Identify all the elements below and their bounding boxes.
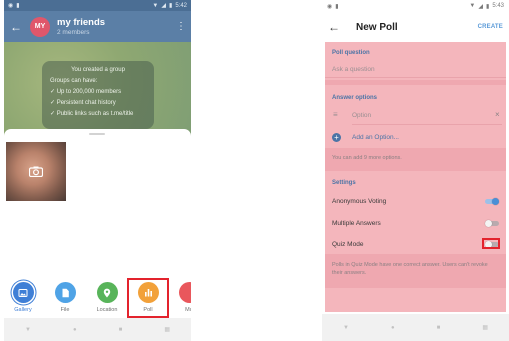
android-nav-bar: ▼ ● ■ ▦ [4,318,191,341]
android-nav-bar: ▼ ● ■ ▦ [322,314,509,341]
avatar[interactable]: MY [30,16,50,37]
file-icon [54,282,76,303]
remove-option-icon[interactable]: × [495,110,500,119]
poll-highlight-box [127,278,169,318]
multiple-answers-toggle[interactable] [485,220,499,227]
anonymous-voting-toggle[interactable] [485,198,499,205]
more-options-icon[interactable]: ⋮ [176,21,186,32]
attach-gallery-button[interactable]: Gallery [6,282,40,318]
music-icon [178,282,191,303]
add-option-icon[interactable]: + [332,133,341,142]
settings-section-title: Settings [332,180,356,186]
attach-label: Location [96,307,118,313]
nav-home-icon[interactable]: ● [391,325,395,331]
nav-back-icon[interactable]: ▼ [25,327,31,333]
attach-label: File [60,307,70,313]
quiz-mode-label: Quiz Mode [332,241,364,248]
service-item: ✓ Up to 200,000 members [50,89,122,95]
attach-file-button[interactable]: File [48,282,82,318]
sd-card-icon: ▮ [16,3,20,9]
section-gap [325,80,506,85]
attach-label: Mu [185,307,191,313]
status-time: 5:42 [175,2,187,9]
chat-title-block[interactable]: my friends 2 members [57,17,105,36]
back-arrow-icon[interactable]: ← [10,20,26,34]
nav-home-icon[interactable]: ● [73,327,77,333]
attach-label: Gallery [14,307,32,313]
battery-icon: ▮ [169,3,173,9]
status-bar: ◉ ▮ ▼ ◢ ▮ 5:43 [322,0,509,12]
add-option-button[interactable]: Add an Option... [352,134,399,141]
drag-handle-icon[interactable]: ≡ [333,110,338,119]
quiz-mode-highlight-box [482,238,500,249]
multiple-answers-label: Multiple Answers [332,220,381,227]
camera-preview-tile[interactable] [6,142,66,201]
divider [352,124,502,125]
location-icon [96,282,118,303]
option-input[interactable]: Option [352,112,371,119]
poll-question-section-title: Poll question [332,50,370,56]
attach-music-button[interactable]: Mu [172,282,191,318]
battery-icon: ▮ [486,3,490,10]
nav-keyboard-icon[interactable]: ▦ [164,326,170,333]
sheet-drag-handle[interactable] [89,133,105,135]
camera-icon [29,166,43,177]
attach-location-button[interactable]: Location [90,282,124,318]
service-item: ✓ Public links such as t.me/title [50,111,134,117]
sd-card-icon: ▮ [335,3,339,10]
status-time: 5:43 [492,3,504,9]
answer-options-section-title: Answer options [332,95,378,101]
left-phone-screen: ◉ ▮ ▼ ◢ ▮ 5:42 ← MY my friends 2 members… [4,0,191,341]
chat-header: ← MY my friends 2 members ⋮ [4,11,191,42]
chat-subtitle: 2 members [57,29,90,36]
gallery-icon [12,282,34,303]
notification-icon: ◉ [327,3,333,10]
service-intro: Groups can have: [50,78,98,84]
wifi-icon: ▼ [152,2,159,9]
create-button[interactable]: CREATE [478,24,503,30]
wifi-icon: ▼ [469,3,476,9]
service-title: You created a group [71,67,125,73]
nav-keyboard-icon[interactable]: ▦ [482,324,488,331]
nav-back-icon[interactable]: ▼ [343,325,349,331]
back-arrow-icon[interactable]: ← [328,20,344,34]
options-hint: You can add 9 more options. [332,155,402,161]
quiz-mode-hint: Polls in Quiz Mode have one correct answ… [332,262,488,276]
notification-icon: ◉ [8,3,14,9]
signal-icon: ◢ [161,3,166,9]
nav-recents-icon[interactable]: ■ [119,327,123,333]
divider [325,77,506,78]
status-bar: ◉ ▮ ▼ ◢ ▮ 5:42 [4,0,191,11]
service-item: ✓ Persistent chat history [50,100,116,106]
page-title: New Poll [356,21,398,33]
poll-question-input[interactable]: Ask a question [332,66,375,73]
signal-icon: ◢ [478,3,483,10]
chat-title: my friends [57,17,106,28]
anonymous-voting-label: Anonymous Voting [332,198,387,205]
new-poll-header: ← New Poll CREATE [322,12,509,42]
nav-recents-icon[interactable]: ■ [437,325,441,331]
poll-form: Poll question Ask a question Answer opti… [325,42,506,312]
group-created-message: You created a group Groups can have: ✓ U… [42,61,154,129]
right-phone-screen: ◉ ▮ ▼ ◢ ▮ 5:43 ← New Poll CREATE Poll qu… [322,0,509,341]
